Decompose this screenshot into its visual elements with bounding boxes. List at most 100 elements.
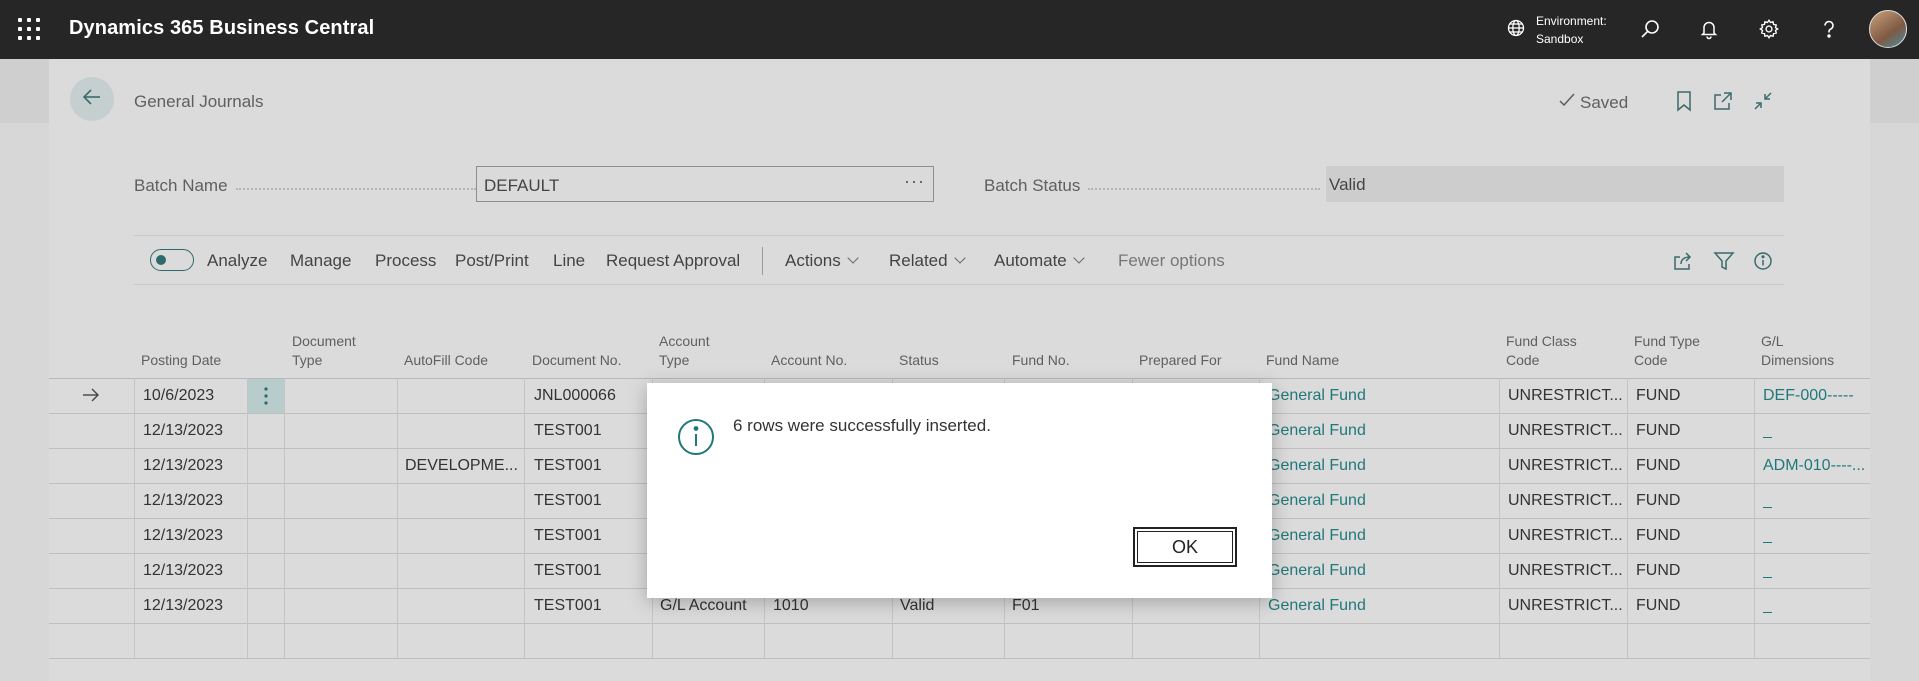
column-line bbox=[1499, 378, 1500, 658]
col-document-no[interactable]: Document No. bbox=[532, 351, 621, 370]
app-title[interactable]: Dynamics 365 Business Central bbox=[69, 17, 374, 40]
ok-button[interactable]: OK bbox=[1133, 527, 1237, 567]
cell-fund-name[interactable]: General Fund bbox=[1268, 422, 1366, 440]
share-icon[interactable] bbox=[1670, 248, 1696, 274]
cell-fund-no[interactable]: F01 bbox=[1012, 597, 1040, 615]
back-arrow-icon bbox=[81, 86, 103, 113]
automate-menu[interactable]: Automate bbox=[994, 251, 1085, 271]
cell-posting-date[interactable]: 12/13/2023 bbox=[143, 492, 223, 510]
cell-document-no[interactable]: TEST001 bbox=[534, 527, 602, 545]
cell-gl-dimensions[interactable]: _ bbox=[1763, 562, 1772, 580]
saved-label: Saved bbox=[1580, 92, 1629, 112]
cell-posting-date[interactable]: 12/13/2023 bbox=[143, 527, 223, 545]
cell-fund-class[interactable]: UNRESTRICT... bbox=[1508, 562, 1623, 580]
more-vertical-icon bbox=[264, 387, 268, 405]
chevron-down-icon bbox=[953, 252, 966, 264]
collapse-icon[interactable] bbox=[1750, 88, 1776, 114]
search-icon[interactable] bbox=[1636, 15, 1664, 43]
lookup-button[interactable]: ··· bbox=[904, 171, 925, 192]
col-prepared-for[interactable]: Prepared For bbox=[1139, 351, 1221, 370]
analyze-label[interactable]: Analyze bbox=[207, 251, 267, 271]
cell-gl-dimensions[interactable]: _ bbox=[1763, 422, 1772, 440]
cell-fund-name[interactable]: General Fund bbox=[1268, 492, 1366, 510]
analyze-toggle[interactable] bbox=[150, 249, 194, 271]
info-icon[interactable] bbox=[1750, 248, 1776, 274]
cell-posting-date[interactable]: 10/6/2023 bbox=[143, 387, 214, 405]
gear-icon[interactable] bbox=[1755, 15, 1783, 43]
cell-fund-type[interactable]: FUND bbox=[1636, 422, 1680, 440]
cell-document-no[interactable]: TEST001 bbox=[534, 492, 602, 510]
open-in-new-icon[interactable] bbox=[1710, 88, 1736, 114]
cell-document-no[interactable]: TEST001 bbox=[534, 422, 602, 440]
current-row-arrow-icon bbox=[82, 388, 100, 407]
col-account-no[interactable]: Account No. bbox=[771, 351, 847, 370]
back-button[interactable] bbox=[70, 77, 114, 121]
environment-indicator[interactable]: Environment: Sandbox bbox=[1506, 12, 1607, 48]
related-menu[interactable]: Related bbox=[889, 251, 966, 271]
dialog-message: 6 rows were successfully inserted. bbox=[733, 416, 991, 435]
cell-fund-class[interactable]: UNRESTRICT... bbox=[1508, 422, 1623, 440]
cell-account-no[interactable]: 1010 bbox=[773, 597, 809, 615]
cell-fund-name[interactable]: General Fund bbox=[1268, 527, 1366, 545]
col-autofill-code[interactable]: AutoFill Code bbox=[404, 351, 488, 370]
cell-document-no[interactable]: TEST001 bbox=[534, 457, 602, 475]
cell-fund-class[interactable]: UNRESTRICT... bbox=[1508, 492, 1623, 510]
cell-fund-class[interactable]: UNRESTRICT... bbox=[1508, 597, 1623, 615]
cell-fund-class[interactable]: UNRESTRICT... bbox=[1508, 527, 1623, 545]
cell-fund-type[interactable]: FUND bbox=[1636, 527, 1680, 545]
cell-gl-dimensions[interactable]: _ bbox=[1763, 597, 1772, 615]
col-document-type[interactable]: Document Type bbox=[292, 332, 356, 370]
cell-fund-type[interactable]: FUND bbox=[1636, 562, 1680, 580]
fewer-options-button[interactable]: Fewer options bbox=[1118, 251, 1225, 271]
cell-autofill-code[interactable]: DEVELOPME... bbox=[405, 457, 523, 475]
process-tab[interactable]: Process bbox=[375, 251, 436, 271]
cell-fund-type[interactable]: FUND bbox=[1636, 387, 1680, 405]
cell-fund-name[interactable]: General Fund bbox=[1268, 457, 1366, 475]
cell-posting-date[interactable]: 12/13/2023 bbox=[143, 422, 223, 440]
actions-menu[interactable]: Actions bbox=[785, 251, 859, 271]
environment-value: Sandbox bbox=[1536, 32, 1584, 46]
cell-document-no[interactable]: JNL000066 bbox=[534, 387, 616, 405]
cell-account-type[interactable]: G/L Account bbox=[660, 597, 747, 615]
cell-posting-date[interactable]: 12/13/2023 bbox=[143, 562, 223, 580]
bookmark-icon[interactable] bbox=[1671, 88, 1697, 114]
table-row-empty[interactable] bbox=[49, 624, 1870, 659]
cell-posting-date[interactable]: 12/13/2023 bbox=[143, 457, 223, 475]
col-account-type[interactable]: Account Type bbox=[659, 332, 710, 370]
row-menu-button[interactable] bbox=[248, 379, 284, 413]
cell-gl-dimensions[interactable]: DEF-000----- bbox=[1763, 387, 1870, 405]
waffle-icon[interactable] bbox=[18, 18, 40, 40]
line-tab[interactable]: Line bbox=[553, 251, 585, 271]
cell-fund-type[interactable]: FUND bbox=[1636, 597, 1680, 615]
request-approval-tab[interactable]: Request Approval bbox=[606, 251, 740, 271]
cell-status[interactable]: Valid bbox=[900, 597, 934, 615]
manage-tab[interactable]: Manage bbox=[290, 251, 351, 271]
help-icon[interactable] bbox=[1815, 15, 1843, 43]
col-gl-dimensions[interactable]: G/L Dimensions bbox=[1761, 332, 1834, 370]
col-posting-date[interactable]: Posting Date bbox=[141, 351, 221, 370]
col-gl-dim-line2: Dimensions bbox=[1761, 352, 1835, 368]
post-print-tab[interactable]: Post/Print bbox=[455, 251, 529, 271]
cell-document-no[interactable]: TEST001 bbox=[534, 597, 602, 615]
cell-fund-name[interactable]: General Fund bbox=[1268, 597, 1366, 615]
cell-fund-type[interactable]: FUND bbox=[1636, 457, 1680, 475]
cell-document-no[interactable]: TEST001 bbox=[534, 562, 602, 580]
cell-fund-name[interactable]: General Fund bbox=[1268, 562, 1366, 580]
bell-icon[interactable] bbox=[1695, 15, 1723, 43]
col-fund-name[interactable]: Fund Name bbox=[1266, 351, 1339, 370]
cell-fund-class[interactable]: UNRESTRICT... bbox=[1508, 387, 1623, 405]
col-fund-type-code[interactable]: Fund Type Code bbox=[1634, 332, 1700, 370]
avatar[interactable] bbox=[1869, 10, 1907, 48]
col-status[interactable]: Status bbox=[899, 351, 939, 370]
cell-fund-type[interactable]: FUND bbox=[1636, 492, 1680, 510]
batch-name-input[interactable]: DEFAULT ··· bbox=[476, 166, 934, 202]
cell-fund-name[interactable]: General Fund bbox=[1268, 387, 1366, 405]
cell-gl-dimensions[interactable]: _ bbox=[1763, 492, 1772, 510]
filter-icon[interactable] bbox=[1711, 248, 1737, 274]
cell-gl-dimensions[interactable]: _ bbox=[1763, 527, 1772, 545]
cell-posting-date[interactable]: 12/13/2023 bbox=[143, 597, 223, 615]
cell-fund-class[interactable]: UNRESTRICT... bbox=[1508, 457, 1623, 475]
cell-gl-dimensions[interactable]: ADM-010----... bbox=[1763, 457, 1870, 475]
col-fund-class-code[interactable]: Fund Class Code bbox=[1506, 332, 1577, 370]
col-fund-no[interactable]: Fund No. bbox=[1012, 351, 1070, 370]
